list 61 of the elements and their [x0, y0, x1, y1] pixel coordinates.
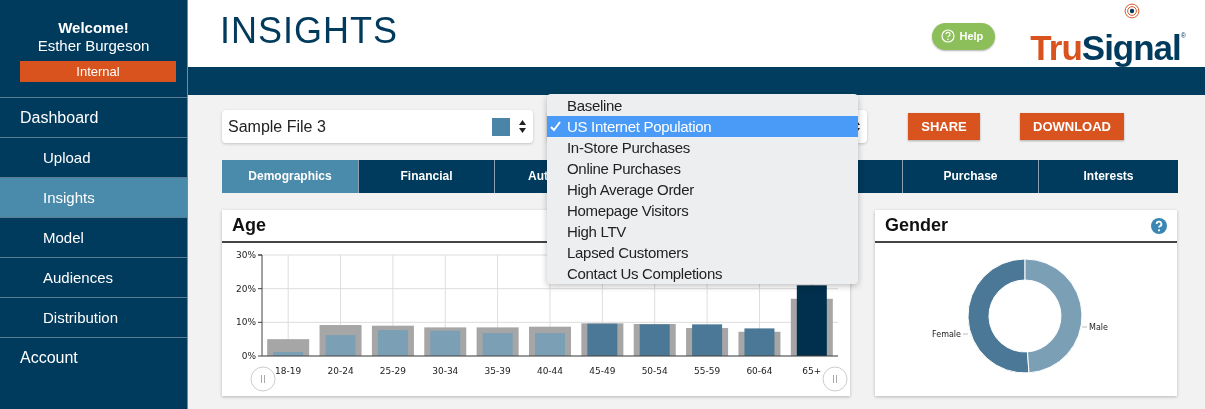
nav-item[interactable]: Dashboard: [0, 97, 187, 137]
axis-label: 20-24: [327, 366, 354, 376]
nav-item[interactable]: Account: [0, 337, 187, 377]
axis-label: 55-59: [694, 366, 721, 376]
role-badge: Internal: [20, 61, 176, 82]
card-title: Gender: [885, 215, 949, 236]
axis-label: 50-54: [641, 366, 668, 376]
user-name: Esther Burgeson: [37, 37, 150, 55]
tab[interactable]: Demographics: [222, 160, 358, 193]
bar: [744, 328, 775, 356]
slider-handle[interactable]: [822, 366, 848, 392]
nav-item[interactable]: Audiences: [0, 257, 187, 297]
axis-label: 18-19: [275, 366, 302, 376]
bar: [430, 330, 461, 356]
menu-option[interactable]: Lapsed Customers: [547, 242, 858, 263]
share-button[interactable]: SHARE: [908, 113, 980, 140]
brand-logo: TruSignal$^{®}$: [1030, 26, 1185, 65]
axis-label: 45-49: [589, 366, 616, 376]
tab[interactable]: Interests: [1038, 160, 1178, 193]
nav-item[interactable]: Model: [0, 217, 187, 257]
axis-label: 65+: [802, 366, 822, 376]
leader-line: [962, 333, 969, 335]
bar: [639, 324, 670, 356]
bar: [796, 285, 827, 356]
axis-label: 30%: [236, 250, 256, 260]
help-icon: [940, 29, 955, 43]
help-icon[interactable]: [1151, 217, 1167, 234]
download-button[interactable]: DOWNLOAD: [1020, 113, 1124, 140]
menu-option[interactable]: Contact Us Completions: [547, 263, 858, 284]
tab[interactable]: Purchase: [902, 160, 1038, 193]
axis-label: 10%: [236, 317, 256, 328]
menu-option[interactable]: High Average Order: [547, 179, 858, 200]
nav-item[interactable]: Distribution: [0, 297, 187, 337]
signal-icon: [1124, 2, 1141, 19]
card-title: Age: [232, 215, 266, 236]
file-select[interactable]: Sample File 3: [222, 110, 533, 143]
page-title: INSIGHTS: [220, 9, 399, 52]
menu-option[interactable]: Baseline: [547, 95, 858, 116]
axis-label: 20%: [236, 283, 256, 294]
bar: [692, 324, 723, 356]
axis-label: 35-39: [484, 366, 511, 376]
slice-label: Male: [1089, 323, 1108, 332]
sort-arrows-icon: [519, 120, 526, 133]
welcome-text: Welcome!: [58, 19, 129, 37]
slice-label: Female: [932, 330, 961, 339]
menu-option[interactable]: In-Store Purchases: [547, 137, 858, 158]
axis-label: 25-29: [379, 366, 406, 376]
menu-option[interactable]: Online Purchases: [547, 158, 858, 179]
axis-label: 0%: [241, 351, 256, 361]
tab[interactable]: Financial: [358, 160, 494, 193]
axis-label: 40-44: [536, 366, 564, 376]
bar: [535, 333, 565, 356]
slider-handle[interactable]: [250, 366, 276, 392]
axis-label: 60-64: [746, 366, 773, 376]
bar: [377, 330, 408, 356]
nav-item[interactable]: Insights: [0, 177, 187, 217]
menu-option[interactable]: Homepage Visitors: [547, 200, 858, 221]
leader-line: [1081, 326, 1088, 328]
menu-option[interactable]: High LTV: [547, 221, 858, 242]
axis-label: 30-34: [432, 366, 459, 376]
check-icon: [550, 121, 561, 132]
